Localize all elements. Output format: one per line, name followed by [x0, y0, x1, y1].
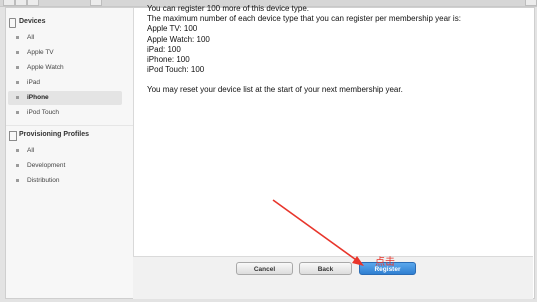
arrow-shaft — [272, 199, 360, 263]
red-arrow-annotation — [272, 199, 364, 266]
